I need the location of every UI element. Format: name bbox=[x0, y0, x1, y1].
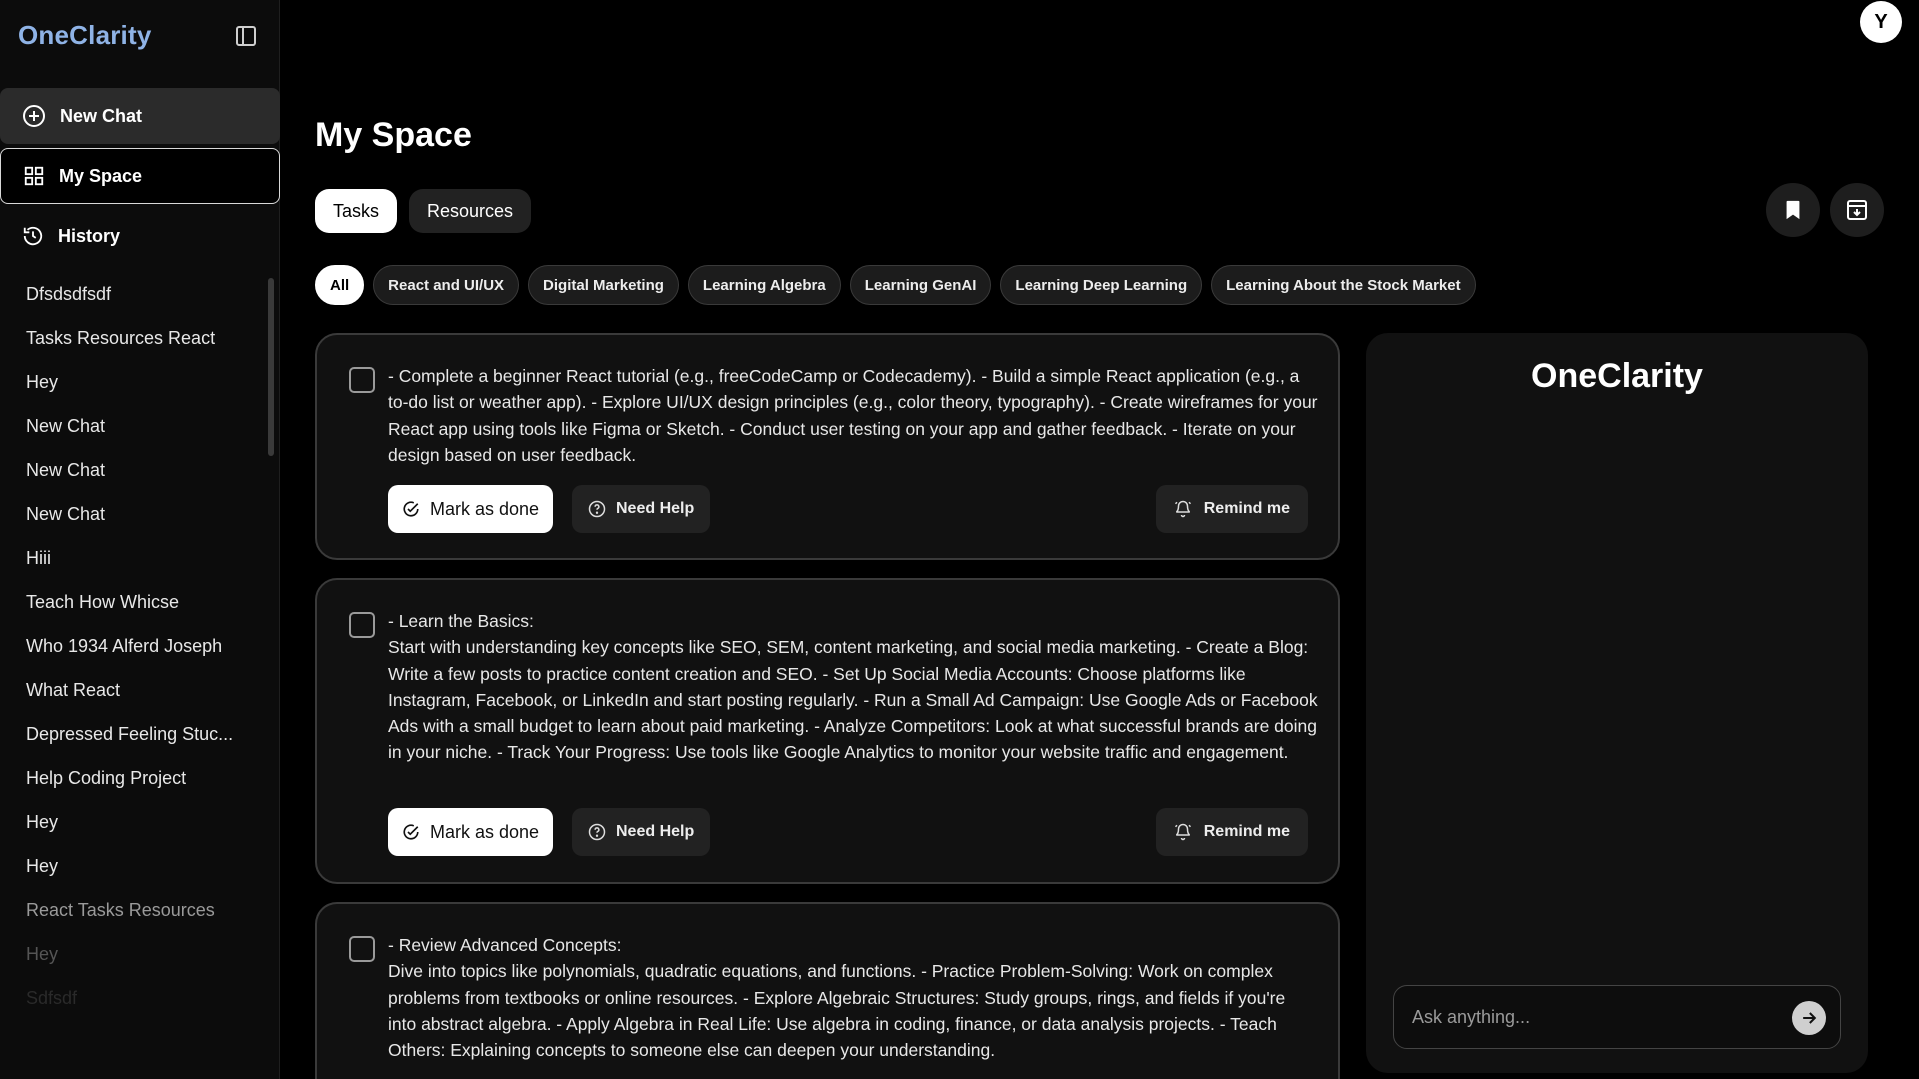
archive-download-icon[interactable] bbox=[1830, 183, 1884, 237]
filter-chip[interactable]: Learning GenAI bbox=[849, 265, 992, 305]
help-circle-icon bbox=[588, 500, 606, 518]
filter-chip[interactable]: Learning Algebra bbox=[687, 265, 841, 305]
plus-circle-icon bbox=[23, 105, 45, 127]
mark-as-done-button[interactable]: Mark as done bbox=[388, 485, 554, 533]
chat-input-container bbox=[1393, 985, 1841, 1049]
sidebar: OneClarity New Chat My Space History Dfs… bbox=[0, 0, 280, 1079]
history-item[interactable]: Help Coding Project bbox=[0, 756, 250, 800]
my-space-label: My Space bbox=[59, 165, 143, 186]
grid-icon bbox=[24, 166, 44, 186]
mark-as-done-label: Mark as done bbox=[430, 821, 540, 842]
history-item[interactable]: Hey bbox=[0, 932, 250, 976]
task-text: - Review Advanced Concepts: Dive into to… bbox=[388, 935, 1286, 1061]
task-card: - Complete a beginner React tutorial (e.… bbox=[315, 333, 1340, 560]
history-list: Dfsdsdfsdf Tasks Resources React Hey New… bbox=[0, 272, 270, 1012]
history-item[interactable]: Hey bbox=[0, 360, 250, 404]
brand-logo: OneClarity bbox=[18, 20, 152, 50]
task-text: - Learn the Basics: Start with understan… bbox=[388, 611, 1318, 763]
remind-me-label: Remind me bbox=[1203, 500, 1290, 517]
mark-as-done-label: Mark as done bbox=[430, 498, 540, 519]
check-circle-icon bbox=[403, 501, 419, 517]
need-help-label: Need Help bbox=[616, 500, 695, 517]
task-checkbox[interactable] bbox=[349, 367, 375, 393]
history-item[interactable]: Teach How Whicse bbox=[0, 580, 250, 624]
app-root: OneClarity New Chat My Space History Dfs… bbox=[0, 0, 1919, 1079]
category-filters: All React and UI/UX Digital Marketing Le… bbox=[315, 265, 1476, 305]
check-circle-icon bbox=[403, 824, 419, 840]
filter-chip[interactable]: Learning About the Stock Market bbox=[1211, 265, 1476, 305]
history-button[interactable]: History bbox=[0, 208, 280, 264]
sidebar-toggle-icon[interactable] bbox=[232, 22, 260, 50]
need-help-button[interactable]: Need Help bbox=[572, 808, 711, 856]
remind-me-button[interactable]: Remind me bbox=[1155, 808, 1308, 856]
task-card: - Learn the Basics: Start with understan… bbox=[315, 578, 1340, 884]
help-circle-icon bbox=[588, 823, 606, 841]
history-item[interactable]: Depressed Feeling Stuc... bbox=[0, 712, 250, 756]
my-space-button[interactable]: My Space bbox=[0, 148, 280, 204]
history-scrollbar[interactable] bbox=[268, 278, 274, 456]
history-item[interactable]: Who 1934 Alferd Joseph bbox=[0, 624, 250, 668]
bell-icon bbox=[1174, 500, 1191, 518]
filter-chip[interactable]: Learning Deep Learning bbox=[1000, 265, 1203, 305]
ask-anything-input[interactable] bbox=[1394, 986, 1784, 1048]
tab-resources[interactable]: Resources bbox=[409, 189, 532, 233]
history-item[interactable]: New Chat bbox=[0, 492, 250, 536]
filter-chip[interactable]: React and UI/UX bbox=[373, 265, 520, 305]
need-help-label: Need Help bbox=[616, 823, 695, 840]
mark-as-done-button[interactable]: Mark as done bbox=[388, 808, 554, 856]
history-item[interactable]: New Chat bbox=[0, 448, 250, 492]
chat-brand-title: OneClarity bbox=[1531, 357, 1703, 395]
new-chat-button[interactable]: New Chat bbox=[0, 88, 280, 144]
page-title: My Space bbox=[315, 116, 472, 154]
task-text: - Complete a beginner React tutorial (e.… bbox=[388, 366, 1323, 465]
need-help-button[interactable]: Need Help bbox=[572, 485, 711, 533]
bell-icon bbox=[1174, 823, 1191, 841]
history-label: History bbox=[58, 225, 121, 246]
history-icon bbox=[23, 226, 43, 246]
send-arrow-icon[interactable] bbox=[1792, 1001, 1826, 1035]
new-chat-label: New Chat bbox=[60, 105, 143, 126]
filter-chip-all[interactable]: All bbox=[315, 265, 365, 305]
task-card: - Review Advanced Concepts: Dive into to… bbox=[315, 902, 1340, 1079]
task-checkbox[interactable] bbox=[349, 612, 375, 638]
history-item[interactable]: What React bbox=[0, 668, 250, 712]
history-item[interactable]: New Chat bbox=[0, 404, 250, 448]
history-item[interactable]: React Tasks Resources bbox=[0, 888, 250, 932]
history-item[interactable]: Hey bbox=[0, 844, 250, 888]
top-actions bbox=[1766, 183, 1884, 237]
remind-me-button[interactable]: Remind me bbox=[1155, 485, 1308, 533]
history-item[interactable]: Hiii bbox=[0, 536, 250, 580]
history-item[interactable]: Tasks Resources React bbox=[0, 316, 250, 360]
user-avatar[interactable]: Y bbox=[1860, 1, 1902, 43]
bookmark-icon[interactable] bbox=[1766, 183, 1820, 237]
history-item[interactable]: Hey bbox=[0, 800, 250, 844]
tab-tasks[interactable]: Tasks bbox=[315, 189, 398, 233]
task-checkbox[interactable] bbox=[349, 936, 375, 962]
filter-chip[interactable]: Digital Marketing bbox=[528, 265, 679, 305]
tabs: Tasks Resources bbox=[315, 189, 532, 233]
history-item[interactable]: Dfsdsdfsdf bbox=[0, 272, 250, 316]
chat-panel: OneClarity bbox=[1366, 333, 1868, 1073]
history-item[interactable]: Sdfsdf bbox=[0, 976, 250, 1012]
remind-me-label: Remind me bbox=[1203, 823, 1290, 840]
